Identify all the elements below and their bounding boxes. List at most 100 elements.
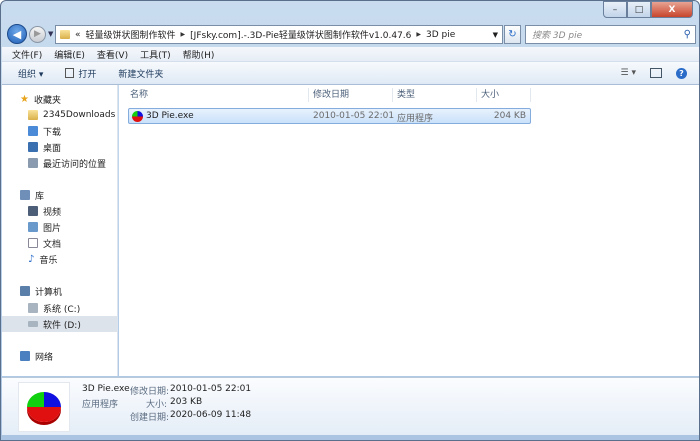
arrow-right-icon: ▶ xyxy=(34,29,41,39)
address-bar[interactable]: « 轻量级饼状图制作软件 ▶ [JFsky.com].-.3D-Pie轻量级饼状… xyxy=(55,25,503,44)
library-icon xyxy=(20,190,30,200)
drive-icon xyxy=(28,321,38,327)
pie-app-icon xyxy=(27,392,61,422)
drive-icon xyxy=(28,303,38,313)
breadcrumb-item[interactable]: [JFsky.com].-.3D-Pie轻量级饼状图制作软件v1.0.47.6 xyxy=(190,28,411,41)
sidebar-label: 图片 xyxy=(43,223,62,234)
search-input[interactable]: 搜索 3D pie ⚲ xyxy=(525,25,696,44)
sidebar-item-music[interactable]: ♪ 音乐 xyxy=(2,251,117,267)
sidebar-item-documents[interactable]: 文档 xyxy=(2,235,117,251)
forward-button[interactable]: ▶ xyxy=(29,25,46,43)
file-type: 应用程序 xyxy=(397,114,434,124)
menu-view[interactable]: 查看(V) xyxy=(97,48,128,61)
recent-places-icon xyxy=(28,158,38,168)
search-icon[interactable]: ⚲ xyxy=(684,29,691,40)
sidebar-label: 软件 (D:) xyxy=(43,320,81,331)
sidebar-item-drive-c[interactable]: 系统 (C:) xyxy=(2,300,117,316)
file-size: 204 KB xyxy=(493,111,526,121)
folder-icon xyxy=(60,30,70,39)
minimize-button[interactable]: – xyxy=(603,1,627,18)
file-thumbnail xyxy=(18,382,70,432)
search-placeholder: 搜索 3D pie xyxy=(532,31,583,41)
details-created-label: 创建日期: xyxy=(130,413,170,423)
chevron-right-icon[interactable]: ▶ xyxy=(181,31,186,38)
menu-edit[interactable]: 编辑(E) xyxy=(54,48,85,61)
file-list: 名称 修改日期 类型 大小 3D Pie.exe 2010-01-05 22:0… xyxy=(119,85,699,376)
sidebar-label: 下载 xyxy=(43,127,62,138)
desktop-icon xyxy=(28,142,38,152)
documents-icon xyxy=(28,238,38,248)
new-folder-button[interactable]: 新建文件夹 xyxy=(118,67,163,80)
sidebar-label: 网络 xyxy=(35,352,54,363)
sidebar-computer[interactable]: 计算机 xyxy=(2,283,117,299)
column-header-modified[interactable]: 修改日期 xyxy=(309,88,393,102)
window-controls: – □ X xyxy=(603,1,693,18)
refresh-button[interactable]: ↻ xyxy=(504,25,521,44)
download-folder-icon xyxy=(28,126,38,136)
sidebar-item-2345downloads[interactable]: 2345Downloads xyxy=(2,107,117,123)
sidebar-item-drive-d[interactable]: 软件 (D:) xyxy=(2,316,117,332)
column-header-name[interactable]: 名称 xyxy=(126,88,309,102)
sidebar-item-recent[interactable]: 最近访问的位置 xyxy=(2,155,117,171)
details-created: 2020-06-09 11:48 xyxy=(170,410,252,420)
sidebar-network[interactable]: 网络 xyxy=(2,348,117,364)
sidebar-label: 系统 (C:) xyxy=(43,304,81,315)
sidebar-item-desktop[interactable]: 桌面 xyxy=(2,139,117,155)
sidebar-libraries[interactable]: 库 xyxy=(2,187,117,203)
details-size: 203 KB xyxy=(170,397,203,407)
navigation-buttons: ◀ ▶ ▼ xyxy=(7,24,53,44)
recent-pages-dropdown[interactable]: ▼ xyxy=(48,30,53,38)
pie-app-icon xyxy=(132,111,143,122)
sidebar-label: 库 xyxy=(35,191,45,202)
organize-button[interactable]: 组织 ▾ xyxy=(18,67,43,80)
music-icon: ♪ xyxy=(28,253,35,265)
details-modified-label: 修改日期: xyxy=(130,387,170,397)
menu-file[interactable]: 文件(F) xyxy=(12,48,42,61)
sidebar-label: 桌面 xyxy=(43,143,62,154)
details-file-type: 应用程序 xyxy=(82,400,119,410)
column-header-type[interactable]: 类型 xyxy=(393,88,477,102)
details-modified: 2010-01-05 22:01 xyxy=(170,384,252,394)
file-row[interactable]: 3D Pie.exe 2010-01-05 22:01 应用程序 204 KB xyxy=(128,108,531,124)
menu-tools[interactable]: 工具(T) xyxy=(140,48,171,61)
sidebar-label: 收藏夹 xyxy=(33,95,61,106)
preview-pane-icon[interactable] xyxy=(650,68,662,78)
maximize-button[interactable]: □ xyxy=(627,1,651,18)
arrow-left-icon: ◀ xyxy=(12,27,22,41)
sidebar-label: 最近访问的位置 xyxy=(43,159,107,170)
back-button[interactable]: ◀ xyxy=(7,24,27,44)
file-modified: 2010-01-05 22:01 xyxy=(313,111,395,121)
column-header-size[interactable]: 大小 xyxy=(477,88,531,102)
breadcrumb-overflow[interactable]: « xyxy=(75,30,81,40)
file-name: 3D Pie.exe xyxy=(146,111,194,121)
chevron-right-icon[interactable]: ▶ xyxy=(416,31,421,38)
menu-help[interactable]: 帮助(H) xyxy=(183,48,215,61)
video-icon xyxy=(28,206,38,216)
open-label: 打开 xyxy=(78,69,97,80)
sidebar-label: 文档 xyxy=(43,239,62,250)
sidebar-item-downloads[interactable]: 下载 xyxy=(2,123,117,139)
open-button[interactable]: 打开 xyxy=(65,67,96,80)
view-options-icon[interactable]: ☰ ▾ xyxy=(621,68,636,78)
sidebar-label: 2345Downloads xyxy=(43,110,116,120)
details-size-label: 大小: xyxy=(146,400,168,410)
details-pane: 3D Pie.exe 应用程序 修改日期: 2010-01-05 22:01 大… xyxy=(2,377,699,435)
open-icon xyxy=(65,68,75,78)
breadcrumb-item[interactable]: 3D pie xyxy=(426,30,455,40)
sidebar-label: 计算机 xyxy=(35,287,63,298)
network-icon xyxy=(20,351,30,361)
folder-icon xyxy=(28,110,38,120)
sidebar-item-videos[interactable]: 视频 xyxy=(2,203,117,219)
refresh-icon: ↻ xyxy=(508,29,517,40)
close-button[interactable]: X xyxy=(651,1,693,18)
sidebar-item-pictures[interactable]: 图片 xyxy=(2,219,117,235)
star-icon: ★ xyxy=(20,93,29,105)
chevron-down-icon[interactable]: ▼ xyxy=(493,31,498,39)
help-icon[interactable]: ? xyxy=(676,67,687,79)
sidebar-favorites[interactable]: ★ 收藏夹 xyxy=(2,91,117,107)
breadcrumb-item[interactable]: 轻量级饼状图制作软件 xyxy=(86,28,176,41)
navigation-pane: ★ 收藏夹 2345Downloads 下载 桌面 最近访问的位置 库 视频 图片… xyxy=(2,85,118,376)
command-bar: 组织 ▾ 打开 新建文件夹 ☰ ▾ ? xyxy=(2,62,699,85)
sidebar-label: 音乐 xyxy=(39,255,58,266)
computer-icon xyxy=(20,286,30,296)
